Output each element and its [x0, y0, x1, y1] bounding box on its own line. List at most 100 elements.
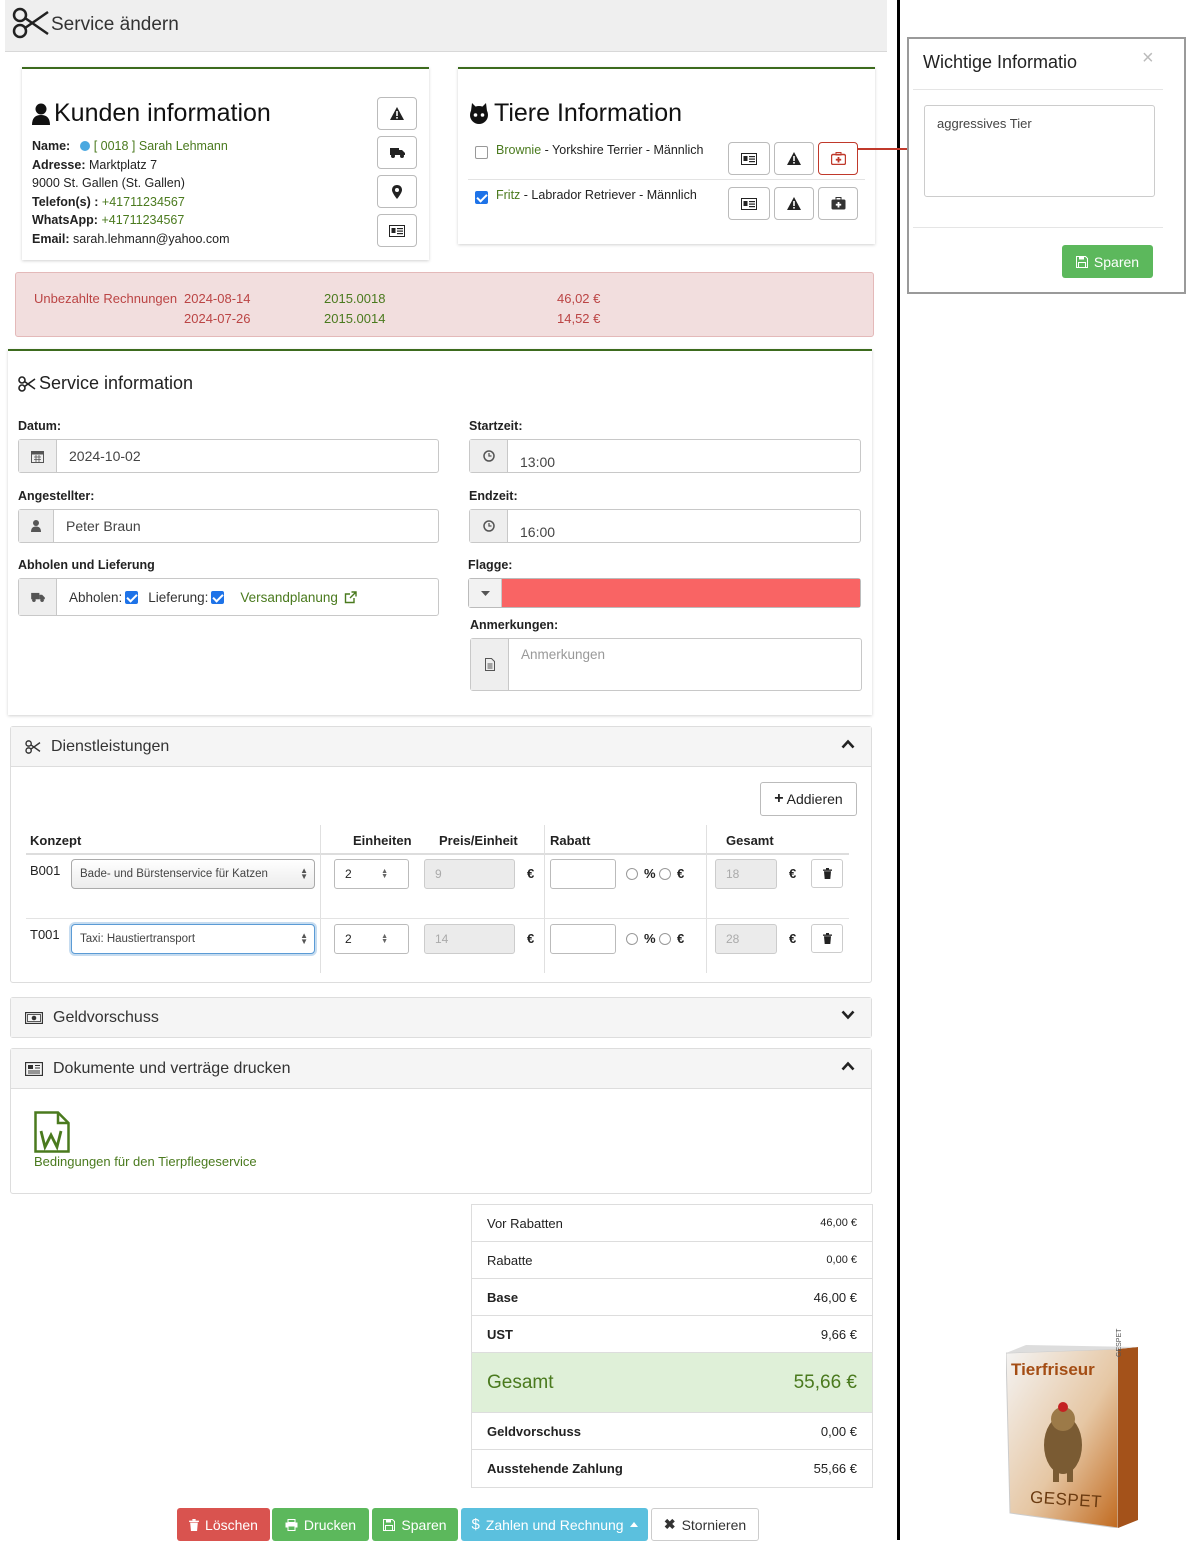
- pickup-label: Abholen und Lieferung: [18, 558, 155, 572]
- units-input[interactable]: 2 ▲ ▼: [334, 859, 409, 889]
- documents-section: Dokumente und verträge drucken Bedingung…: [10, 1048, 872, 1194]
- delivery-checkbox[interactable]: [211, 590, 225, 604]
- medical-kit-icon: [830, 152, 846, 165]
- shipping-planning-link[interactable]: Versandplanung: [240, 590, 338, 605]
- total-input: 28: [715, 924, 777, 954]
- document-link[interactable]: Bedingungen für den Tierpflegeservice: [34, 1154, 257, 1169]
- pet-card-button[interactable]: [728, 142, 770, 175]
- customer-transport-button[interactable]: [377, 136, 417, 169]
- dollar-icon: $: [471, 1516, 480, 1533]
- customer-details: Name: [ 0018 ] Sarah Lehmann Adresse: Ma…: [32, 139, 230, 246]
- totals-row: Geldvorschuss 0,00 €: [472, 1413, 872, 1450]
- pet-checkbox-fritz[interactable]: [475, 191, 488, 204]
- advance-header[interactable]: Geldvorschuss: [11, 998, 871, 1037]
- start-time-field[interactable]: 13:00: [469, 439, 861, 473]
- warning-icon: [787, 197, 801, 210]
- discount-input[interactable]: [550, 924, 616, 954]
- end-time-label: Endzeit:: [469, 489, 518, 503]
- discount-input[interactable]: [550, 859, 616, 889]
- pickup-delivery-field: Abholen: Lieferung: Versandplanung: [18, 578, 439, 616]
- close-icon[interactable]: ×: [1142, 47, 1154, 70]
- pet-medical-button[interactable]: [818, 142, 858, 175]
- warning-icon: [787, 152, 801, 165]
- pet-checkbox-brownie[interactable]: [475, 146, 488, 159]
- discount-percent-radio[interactable]: [626, 933, 638, 945]
- invoice-number-link[interactable]: 2015.0018: [324, 291, 385, 306]
- services-header[interactable]: Dienstleistungen: [11, 727, 871, 767]
- invoice-date: 2024-07-26: [184, 311, 251, 326]
- invoice-amount: 46,02 €: [557, 291, 601, 306]
- discount-euro-radio[interactable]: [659, 868, 671, 880]
- customer-warning-button[interactable]: [377, 97, 417, 130]
- important-info-textarea[interactable]: aggressives Tier: [924, 105, 1155, 197]
- modal-save-button[interactable]: Sparen: [1062, 245, 1153, 278]
- chevron-down-icon[interactable]: [841, 1010, 855, 1020]
- chevron-up-icon[interactable]: [841, 739, 855, 749]
- divider-line: [897, 0, 900, 1540]
- col-total: Gesamt: [726, 833, 774, 848]
- word-document-icon[interactable]: [34, 1111, 70, 1153]
- calendar-icon: [31, 450, 44, 463]
- save-button[interactable]: Sparen: [372, 1508, 458, 1541]
- table-row: B001 Bade- und Bürstenservice für Katzen…: [26, 855, 849, 919]
- user-icon: [32, 103, 50, 125]
- pet-name-link[interactable]: Fritz: [496, 188, 520, 202]
- pet-card-button[interactable]: [728, 187, 770, 220]
- customer-card-button[interactable]: [377, 214, 417, 247]
- add-service-button[interactable]: + Addieren: [760, 782, 857, 816]
- caret-up-icon: [629, 1522, 638, 1527]
- print-button[interactable]: Drucken: [272, 1508, 369, 1541]
- unpaid-label: Unbezahlte Rechnungen: [34, 291, 178, 306]
- close-icon: ✖: [663, 1516, 676, 1532]
- service-select[interactable]: Taxi: Haustiertransport ▲ ▼: [71, 924, 315, 954]
- pay-and-invoice-button[interactable]: $ Zahlen und Rechnung: [461, 1508, 648, 1541]
- documents-header[interactable]: Dokumente und verträge drucken: [11, 1049, 871, 1089]
- external-link-icon[interactable]: [344, 590, 357, 604]
- discount-percent-radio[interactable]: [626, 868, 638, 880]
- product-box-logo: Tierfriseur GESPET Professionelle Lösung…: [1006, 1329, 1175, 1528]
- start-time-label: Startzeit:: [469, 419, 523, 433]
- pet-name-link[interactable]: Brownie: [496, 143, 541, 157]
- discount-euro-radio[interactable]: [659, 933, 671, 945]
- animal-icon: [468, 102, 490, 125]
- invoice-number-link[interactable]: 2015.0014: [324, 311, 385, 326]
- customer-heading: Kunden information: [32, 99, 271, 128]
- delete-row-button[interactable]: [811, 859, 843, 888]
- invoice-amount: 14,52 €: [557, 311, 601, 326]
- grand-total-row: Gesamt 55,66 €: [472, 1353, 872, 1413]
- date-field[interactable]: 2024-10-02: [18, 439, 439, 473]
- totals-row: UST 9,66 €: [472, 1316, 872, 1353]
- pet-medical-button[interactable]: [818, 187, 858, 220]
- pickup-checkbox[interactable]: [125, 590, 139, 604]
- truck-icon: [30, 592, 45, 602]
- customer-name-link[interactable]: [ 0018 ] Sarah Lehmann: [94, 139, 228, 153]
- flag-select[interactable]: [468, 578, 861, 608]
- flag-label: Flagge:: [468, 558, 513, 572]
- medical-kit-icon: [831, 197, 846, 210]
- modal-title: Wichtige Informatio: [923, 52, 1078, 72]
- phone-link[interactable]: +41711234567: [102, 195, 185, 209]
- chevron-up-icon[interactable]: [841, 1061, 855, 1071]
- pet-warning-button[interactable]: [774, 187, 814, 220]
- whatsapp-link[interactable]: +41711234567: [101, 213, 184, 227]
- cancel-button[interactable]: ✖ Stornieren: [651, 1508, 759, 1541]
- service-heading: Service information: [18, 373, 193, 394]
- service-select[interactable]: Bade- und Bürstenservice für Katzen ▲ ▼: [71, 859, 315, 889]
- notes-field[interactable]: Anmerkungen: [470, 638, 862, 691]
- pet-row-fritz: Fritz - Labrador Retriever - Männlich: [468, 181, 865, 225]
- pet-warning-button[interactable]: [774, 142, 814, 175]
- clock-icon: [482, 520, 495, 532]
- employee-field[interactable]: Peter Braun: [18, 509, 439, 543]
- delete-row-button[interactable]: [811, 924, 843, 953]
- print-icon: [285, 1518, 298, 1531]
- delete-button[interactable]: Löschen: [177, 1508, 270, 1541]
- important-info-modal: Wichtige Informatio × aggressives Tier S…: [907, 37, 1186, 294]
- end-time-field[interactable]: 16:00: [469, 509, 861, 543]
- scissors-icon: [25, 739, 41, 754]
- floppy-disk-icon: [1075, 255, 1088, 268]
- product-box-side-brand: GESPET: [1116, 1328, 1123, 1357]
- units-input[interactable]: 2 ▲ ▼: [334, 924, 409, 954]
- customer-map-button[interactable]: [377, 175, 417, 208]
- trash-icon: [189, 1518, 199, 1531]
- page-title: Service ändern: [51, 14, 179, 35]
